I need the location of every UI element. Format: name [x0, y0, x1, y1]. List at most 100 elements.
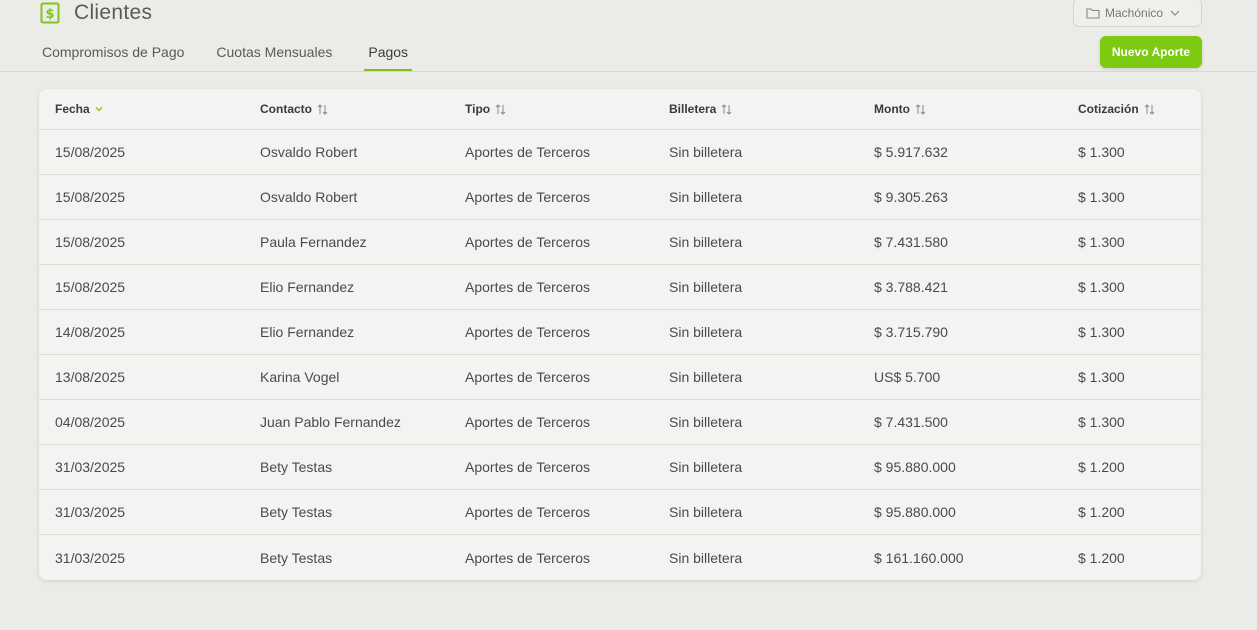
cell-billetera: Sin billetera — [669, 189, 743, 205]
cell-cotizacion: $ 1.300 — [1078, 324, 1125, 340]
cell-billetera: Sin billetera — [669, 369, 743, 385]
cell-fecha: 15/08/2025 — [55, 144, 126, 160]
svg-text:$: $ — [45, 7, 54, 22]
cell-fecha: 04/08/2025 — [55, 414, 126, 430]
cell-contacto: Elio Fernandez — [260, 324, 355, 340]
column-label: Contacto — [260, 102, 312, 116]
cell-cotizacion: $ 1.300 — [1078, 369, 1125, 385]
payments-table: Fecha Contacto Tipo Billetera Monto Coti… — [39, 89, 1201, 580]
cell-contacto: Bety Testas — [260, 504, 333, 520]
page-header: $ Clientes — [40, 0, 152, 26]
cell-monto: $ 7.431.580 — [874, 234, 948, 250]
cell-billetera: Sin billetera — [669, 549, 743, 566]
sort-icon — [495, 103, 506, 115]
table-row[interactable]: 31/03/2025 Bety Testas Aportes de Tercer… — [39, 490, 1201, 535]
table-row[interactable]: 04/08/2025 Juan Pablo Fernandez Aportes … — [39, 400, 1201, 445]
cell-cotizacion: $ 1.200 — [1078, 549, 1125, 566]
tab-pagos[interactable]: Pagos — [364, 38, 412, 72]
cell-tipo: Aportes de Terceros — [465, 459, 591, 475]
cell-tipo: Aportes de Terceros — [465, 549, 591, 566]
sort-desc-icon — [95, 106, 103, 112]
nuevo-aporte-button[interactable]: Nuevo Aporte — [1100, 36, 1202, 68]
cell-fecha: 15/08/2025 — [55, 279, 126, 295]
cell-cotizacion: $ 1.300 — [1078, 279, 1125, 295]
table-row[interactable]: 15/08/2025 Elio Fernandez Aportes de Ter… — [39, 265, 1201, 310]
cell-monto: $ 5.917.632 — [874, 144, 948, 160]
cell-billetera: Sin billetera — [669, 324, 743, 340]
column-label: Cotización — [1078, 102, 1139, 116]
cell-monto: $ 95.880.000 — [874, 459, 956, 475]
cell-billetera: Sin billetera — [669, 234, 743, 250]
cell-cotizacion: $ 1.300 — [1078, 414, 1125, 430]
column-label: Billetera — [669, 102, 717, 116]
column-label: Fecha — [55, 102, 90, 116]
column-header-contacto[interactable]: Contacto — [244, 102, 449, 116]
cell-monto: US$ 5.700 — [874, 369, 941, 385]
page-title: Clientes — [74, 1, 153, 24]
cell-fecha: 31/03/2025 — [55, 549, 126, 566]
table-header: Fecha Contacto Tipo Billetera Monto Coti… — [39, 89, 1201, 130]
money-icon: $ — [40, 2, 60, 24]
cell-monto: $ 161.160.000 — [874, 549, 964, 566]
table-row[interactable]: 15/08/2025 Osvaldo Robert Aportes de Ter… — [39, 175, 1201, 220]
cell-monto: $ 3.715.790 — [874, 324, 948, 340]
workspace-selector[interactable]: Machónico — [1073, 0, 1202, 27]
cell-contacto: Paula Fernandez — [260, 234, 367, 250]
chevron-down-icon — [1170, 10, 1180, 16]
cell-contacto: Juan Pablo Fernandez — [260, 414, 401, 430]
cell-monto: $ 9.305.263 — [874, 189, 948, 205]
cell-tipo: Aportes de Terceros — [465, 324, 591, 340]
cell-billetera: Sin billetera — [669, 279, 743, 295]
cell-cotizacion: $ 1.200 — [1078, 504, 1125, 520]
tab-cuotas-mensuales[interactable]: Cuotas Mensuales — [216, 38, 332, 72]
table-row[interactable]: 14/08/2025 Elio Fernandez Aportes de Ter… — [39, 310, 1201, 355]
cell-monto: $ 3.788.421 — [874, 279, 948, 295]
sort-icon — [915, 103, 926, 115]
cell-cotizacion: $ 1.200 — [1078, 459, 1125, 475]
tab-compromisos-de-pago[interactable]: Compromisos de Pago — [42, 38, 184, 72]
cell-contacto: Bety Testas — [260, 549, 333, 566]
column-header-fecha[interactable]: Fecha — [39, 102, 244, 116]
column-header-billetera[interactable]: Billetera — [653, 102, 858, 116]
cell-monto: $ 95.880.000 — [874, 504, 956, 520]
cell-billetera: Sin billetera — [669, 504, 743, 520]
column-header-cotizacion[interactable]: Cotización — [1062, 102, 1201, 116]
table-row[interactable]: 15/08/2025 Paula Fernandez Aportes de Te… — [39, 220, 1201, 265]
cell-billetera: Sin billetera — [669, 414, 743, 430]
column-label: Monto — [874, 102, 910, 116]
cell-fecha: 13/08/2025 — [55, 369, 126, 385]
cell-cotizacion: $ 1.300 — [1078, 189, 1125, 205]
cell-contacto: Osvaldo Robert — [260, 189, 358, 205]
cell-tipo: Aportes de Terceros — [465, 369, 591, 385]
cell-contacto: Karina Vogel — [260, 369, 340, 385]
table-row[interactable]: 13/08/2025 Karina Vogel Aportes de Terce… — [39, 355, 1201, 400]
cell-tipo: Aportes de Terceros — [465, 279, 591, 295]
cell-fecha: 15/08/2025 — [55, 234, 126, 250]
cell-monto: $ 7.431.500 — [874, 414, 948, 430]
cell-fecha: 31/03/2025 — [55, 504, 126, 520]
table-row[interactable]: 31/03/2025 Bety Testas Aportes de Tercer… — [39, 445, 1201, 490]
cell-tipo: Aportes de Terceros — [465, 414, 591, 430]
table-row[interactable]: 31/03/2025 Bety Testas Aportes de Tercer… — [39, 535, 1201, 580]
cell-fecha: 14/08/2025 — [55, 324, 126, 340]
cell-fecha: 31/03/2025 — [55, 459, 126, 475]
cell-cotizacion: $ 1.300 — [1078, 144, 1125, 160]
column-header-tipo[interactable]: Tipo — [449, 102, 653, 116]
cell-billetera: Sin billetera — [669, 459, 743, 475]
column-header-monto[interactable]: Monto — [858, 102, 1062, 116]
sort-icon — [317, 103, 328, 115]
table-row[interactable]: 15/08/2025 Osvaldo Robert Aportes de Ter… — [39, 130, 1201, 175]
cell-billetera: Sin billetera — [669, 144, 743, 160]
top-bar: $ Clientes Machónico Compromisos de Pago… — [0, 0, 1257, 72]
tab-bar: Compromisos de Pago Cuotas Mensuales Pag… — [42, 38, 444, 72]
cell-tipo: Aportes de Terceros — [465, 234, 591, 250]
sort-icon — [1144, 103, 1155, 115]
cell-cotizacion: $ 1.300 — [1078, 234, 1125, 250]
cell-tipo: Aportes de Terceros — [465, 504, 591, 520]
cell-contacto: Osvaldo Robert — [260, 144, 358, 160]
cell-contacto: Elio Fernandez — [260, 279, 355, 295]
cell-tipo: Aportes de Terceros — [465, 144, 591, 160]
workspace-label: Machónico — [1105, 5, 1164, 20]
sort-icon — [721, 103, 732, 115]
folder-icon — [1086, 7, 1100, 19]
